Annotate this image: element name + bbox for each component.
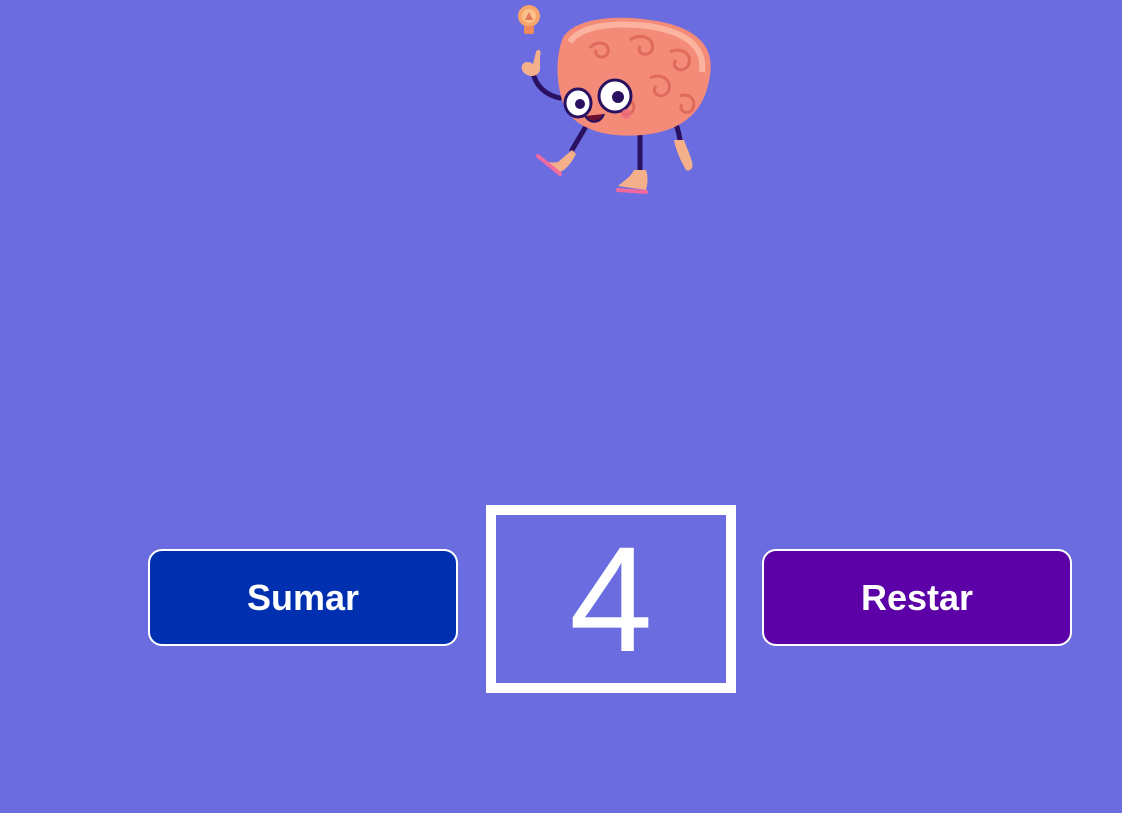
subtract-button[interactable]: Restar [762, 549, 1072, 646]
brain-character-icon [500, 0, 715, 200]
counter-row: Sumar 4 Restar [0, 505, 1122, 693]
lightbulb-icon [518, 5, 540, 34]
counter-value: 4 [569, 515, 653, 683]
add-button[interactable]: Sumar [148, 549, 458, 646]
page: Sumar 4 Restar [0, 0, 1122, 813]
counter-display: 4 [486, 505, 736, 693]
